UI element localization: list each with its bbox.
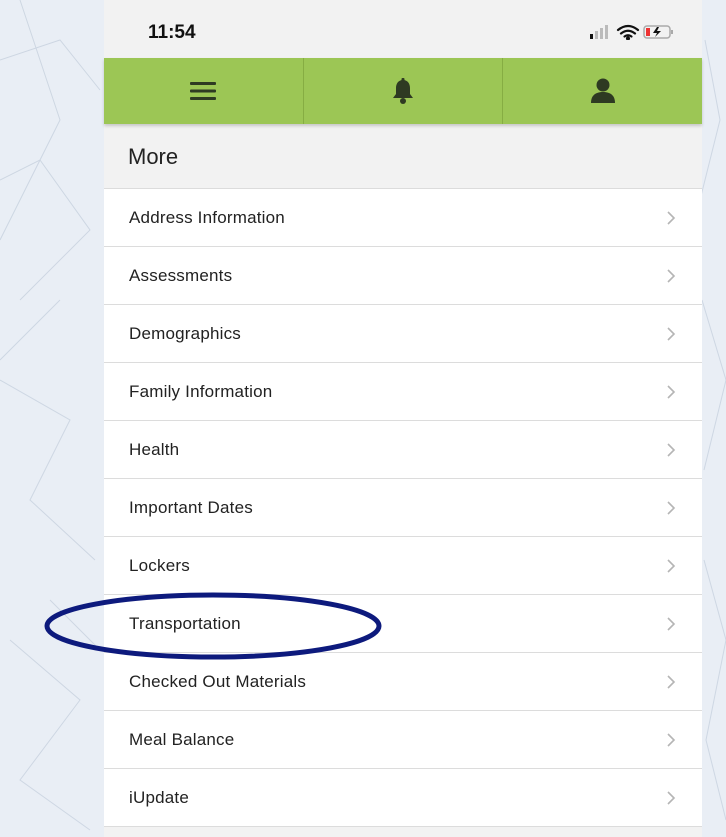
battery-charging-icon xyxy=(643,25,673,39)
chevron-right-icon xyxy=(666,732,676,748)
menu-item-label: Transportation xyxy=(129,613,241,633)
menu-item-family-information[interactable]: Family Information xyxy=(104,363,702,421)
more-menu-list: Address Information Assessments Demograp… xyxy=(104,188,702,827)
menu-item-address-information[interactable]: Address Information xyxy=(104,189,702,247)
menu-item-label: Assessments xyxy=(129,265,233,285)
profile-button[interactable] xyxy=(503,58,702,124)
menu-item-lockers[interactable]: Lockers xyxy=(104,537,702,595)
menu-item-checked-out-materials[interactable]: Checked Out Materials xyxy=(104,653,702,711)
notifications-button[interactable] xyxy=(304,58,504,124)
menu-item-label: Demographics xyxy=(129,323,242,343)
hamburger-menu-icon xyxy=(190,82,217,100)
chevron-right-icon xyxy=(666,500,676,516)
menu-item-label: Family Information xyxy=(129,381,273,401)
chevron-right-icon xyxy=(666,616,676,632)
menu-item-label: Meal Balance xyxy=(129,729,235,749)
status-time: 11:54 xyxy=(148,22,196,43)
status-icons xyxy=(590,24,680,40)
menu-item-iupdate[interactable]: iUpdate xyxy=(104,769,702,827)
menu-item-label: iUpdate xyxy=(129,787,189,807)
phone-screen: 11:54 More Address Information Assessmen… xyxy=(104,0,702,837)
bell-icon xyxy=(393,78,413,104)
menu-item-transportation[interactable]: Transportation xyxy=(104,595,702,653)
menu-item-important-dates[interactable]: Important Dates xyxy=(104,479,702,537)
user-icon xyxy=(590,78,615,103)
chevron-right-icon xyxy=(666,326,676,342)
wifi-icon xyxy=(616,24,640,40)
menu-item-label: Health xyxy=(129,439,180,459)
chevron-right-icon xyxy=(666,268,676,284)
chevron-right-icon xyxy=(666,384,676,400)
menu-item-health[interactable]: Health xyxy=(104,421,702,479)
chevron-right-icon xyxy=(666,442,676,458)
menu-item-assessments[interactable]: Assessments xyxy=(104,247,702,305)
menu-item-label: Lockers xyxy=(129,555,190,575)
page-title: More xyxy=(128,144,179,169)
cellular-signal-icon xyxy=(590,25,608,39)
menu-button[interactable] xyxy=(104,58,304,124)
chevron-right-icon xyxy=(666,210,676,226)
top-nav-bar xyxy=(104,58,702,124)
menu-item-label: Address Information xyxy=(129,207,285,227)
status-bar: 11:54 xyxy=(104,0,702,58)
menu-item-label: Important Dates xyxy=(129,497,253,517)
menu-item-demographics[interactable]: Demographics xyxy=(104,305,702,363)
menu-item-meal-balance[interactable]: Meal Balance xyxy=(104,711,702,769)
chevron-right-icon xyxy=(666,790,676,806)
chevron-right-icon xyxy=(666,558,676,574)
menu-item-label: Checked Out Materials xyxy=(129,671,307,691)
chevron-right-icon xyxy=(666,674,676,690)
